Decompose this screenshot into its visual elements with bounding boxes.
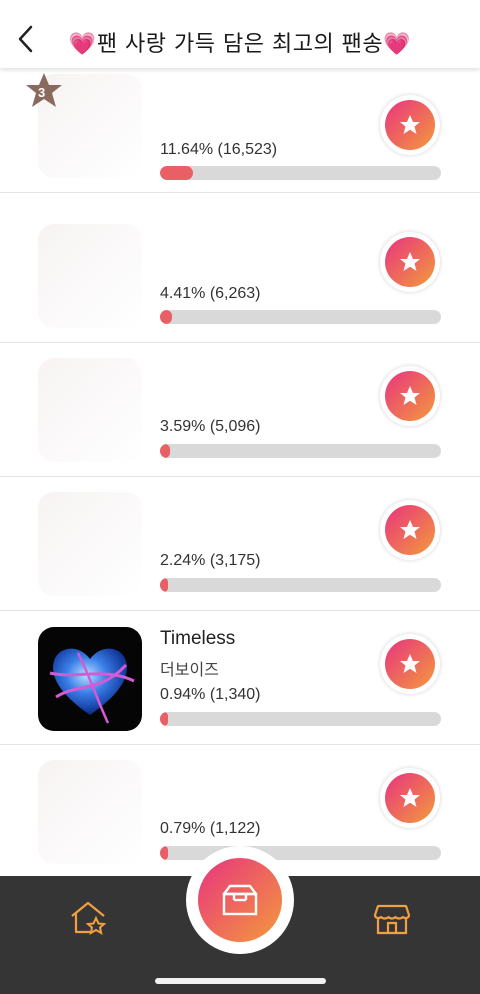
- store-icon[interactable]: [372, 898, 412, 938]
- album-cover: [38, 760, 142, 864]
- list-item[interactable]: 3.59% (5,096): [0, 343, 480, 477]
- ballot-box-icon: [222, 884, 258, 916]
- song-list[interactable]: 3 11.64% (16,523) 4.41% (6,263) 3.59% (5…: [0, 68, 480, 876]
- vote-button[interactable]: [380, 768, 440, 828]
- star-icon: [400, 252, 420, 271]
- vote-progress-fill: [160, 166, 193, 180]
- vote-progress-fill: [160, 310, 173, 324]
- album-cover: [38, 224, 142, 328]
- album-cover: [38, 627, 142, 731]
- page-title-text: 팬 사랑 가득 담은 최고의 팬송: [96, 32, 384, 57]
- vote-progress-bar: [160, 444, 441, 458]
- vote-progress-fill: [160, 712, 168, 726]
- rank-badge-number: 3: [38, 85, 46, 100]
- star-icon: [400, 520, 420, 539]
- home-indicator: [155, 978, 326, 984]
- vote-button[interactable]: [380, 95, 440, 155]
- list-item[interactable]: Timeless 더보이즈 0.94% (1,340): [0, 611, 480, 745]
- artist-name: 더보이즈: [160, 662, 219, 679]
- blue-heart-album-art: [49, 648, 135, 724]
- album-cover: [38, 492, 142, 596]
- vote-percent: 4.41% (6,263): [160, 285, 261, 302]
- page-title: 💗팬 사랑 가득 담은 최고의 팬송💗: [0, 26, 480, 58]
- vote-percent: 3.59% (5,096): [160, 418, 261, 435]
- vote-progress-bar: [160, 310, 441, 324]
- vote-progress-bar: [160, 166, 441, 180]
- vote-progress-fill: [160, 444, 171, 458]
- list-item[interactable]: 2.24% (3,175): [0, 477, 480, 611]
- album-cover: [38, 358, 142, 462]
- vote-percent: 0.94% (1,340): [160, 686, 261, 703]
- list-item[interactable]: 4.41% (6,263): [0, 209, 480, 343]
- vote-progress-bar: [160, 578, 441, 592]
- vote-percent: 11.64% (16,523): [160, 141, 278, 158]
- home-star-icon[interactable]: [68, 898, 108, 938]
- vote-button[interactable]: [380, 634, 440, 694]
- vote-button[interactable]: [380, 366, 440, 426]
- heart-icon: 💗: [68, 32, 97, 57]
- song-title: Timeless: [160, 628, 236, 649]
- vote-center-button[interactable]: [186, 846, 294, 954]
- vote-percent: 0.79% (1,122): [160, 820, 261, 837]
- vote-progress-fill: [160, 578, 168, 592]
- vote-percent: 2.24% (3,175): [160, 552, 261, 569]
- star-icon: [400, 115, 420, 134]
- heart-icon: 💗: [383, 32, 412, 57]
- vote-progress-fill: [160, 846, 168, 860]
- vote-progress-bar: [160, 712, 441, 726]
- vote-progress-bar: [160, 846, 441, 860]
- header: 💗팬 사랑 가득 담은 최고의 팬송💗: [0, 0, 480, 68]
- vote-button[interactable]: [380, 500, 440, 560]
- star-icon: [400, 654, 420, 673]
- star-icon: [400, 788, 420, 807]
- list-item[interactable]: 3 11.64% (16,523): [0, 68, 480, 193]
- star-icon: [400, 386, 420, 405]
- vote-button[interactable]: [380, 232, 440, 292]
